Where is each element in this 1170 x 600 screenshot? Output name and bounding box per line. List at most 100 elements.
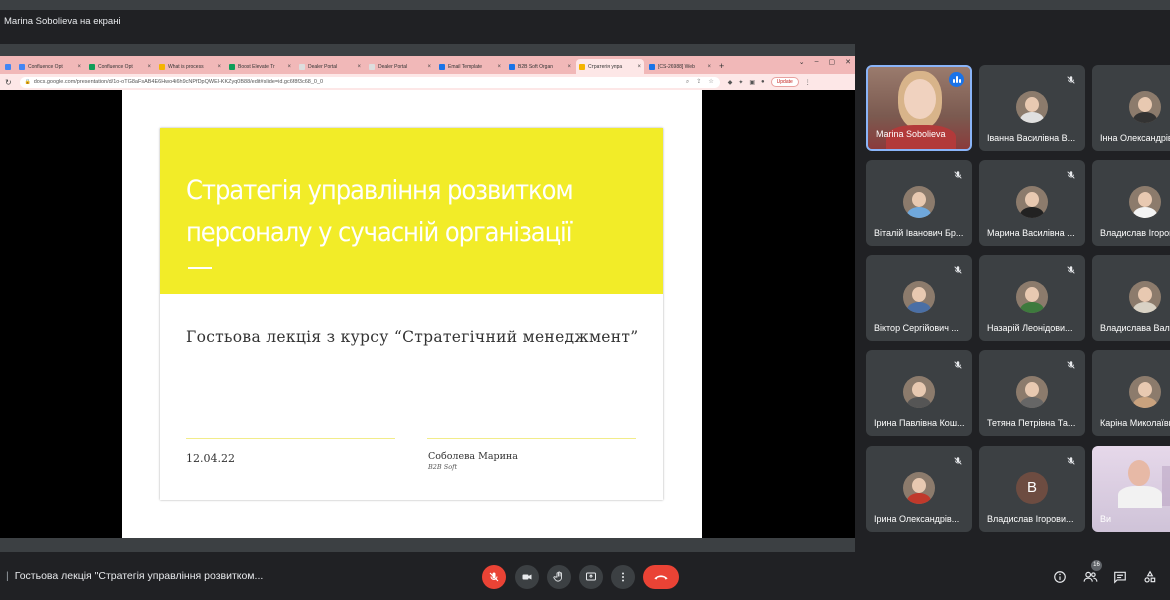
extension-icon[interactable]: ◆ <box>728 79 733 86</box>
tab-favicon-icon <box>369 63 375 70</box>
more-options-button[interactable] <box>611 565 635 589</box>
tab-close-icon[interactable]: × <box>217 64 221 70</box>
avatar <box>1016 281 1048 313</box>
new-tab-button[interactable]: + <box>719 59 724 74</box>
slide-title: Стратегія управління розвитком персоналу… <box>186 175 574 248</box>
slide: Стратегія управління розвитком персоналу… <box>160 128 663 500</box>
tab-close-icon[interactable]: × <box>497 64 501 70</box>
participant-tile[interactable]: Інна Олександрівна <box>1092 65 1170 151</box>
tab-label: Email Template <box>448 63 483 70</box>
camera-icon <box>522 574 532 580</box>
update-button[interactable]: Update <box>770 77 799 87</box>
maximize-icon[interactable]: ▢ <box>829 58 836 66</box>
menu-dots-icon[interactable]: ⋮ <box>805 79 811 86</box>
avatar <box>1129 91 1161 123</box>
tab-label: Стратегія упра <box>588 63 623 70</box>
address-bar[interactable]: 🔒 docs.google.com/presentation/d/1o-oTG8… <box>19 76 720 88</box>
participant-tile[interactable]: Каріна Миколаївна <box>1092 350 1170 436</box>
tab-label: Confluence Opt <box>28 63 63 70</box>
camera-button[interactable] <box>515 565 539 589</box>
avatar <box>903 281 935 313</box>
close-icon[interactable]: ✕ <box>845 58 851 66</box>
tab-close-icon[interactable]: × <box>77 64 81 70</box>
sidebar-icon[interactable]: ▣ <box>749 79 755 86</box>
chat-icon <box>1114 571 1126 584</box>
avatar <box>1016 91 1048 123</box>
activities-button[interactable] <box>1142 569 1158 585</box>
participant-tile[interactable]: Назарій Леонідови... <box>979 255 1085 341</box>
participant-count-badge: 16 <box>1091 560 1102 571</box>
mic-muted-icon <box>1066 167 1076 179</box>
browser-tab[interactable]: Boost Elevate Tr × <box>226 59 294 74</box>
chevron-down-icon[interactable]: ⌄ <box>799 58 805 66</box>
presenter-label: Marina Sobolieva на екрані <box>0 10 1170 34</box>
browser-tab[interactable]: Confluence Opt × <box>86 59 154 74</box>
tab-close-icon[interactable]: × <box>707 64 711 70</box>
tab-favicon-icon <box>579 63 585 70</box>
meet-window: Marina Sobolieva на екрані Confluence Op… <box>0 0 1170 600</box>
star-icon[interactable]: ☆ <box>708 77 713 88</box>
profile-icon[interactable]: ● <box>761 79 765 85</box>
browser-tab[interactable] <box>2 59 14 74</box>
people-button[interactable] <box>1082 569 1098 585</box>
participant-tile[interactable]: Ірина Олександрів... <box>866 446 972 532</box>
participant-tile[interactable]: Marina Sobolieva <box>866 65 972 151</box>
tab-label: Dealer Portal <box>308 63 338 70</box>
participant-tile[interactable]: Віталій Іванович Бр... <box>866 160 972 246</box>
participant-tile[interactable]: Владислав Ігорович <box>1092 160 1170 246</box>
reload-icon[interactable]: ↻ <box>5 78 12 87</box>
address-url: docs.google.com/presentation/d/1o-oTG8aF… <box>33 78 324 85</box>
address-row: ↻ 🔒 docs.google.com/presentation/d/1o-oT… <box>0 74 855 90</box>
participant-tile[interactable]: Владислава Вален <box>1092 255 1170 341</box>
tab-close-icon[interactable]: × <box>357 64 361 70</box>
browser-tab[interactable]: Email Template × <box>436 59 504 74</box>
participant-name: Ірина Павлівна Кош... <box>874 418 965 428</box>
participant-tile[interactable]: Ірина Павлівна Кош... <box>866 350 972 436</box>
speaking-indicator-icon <box>949 72 964 87</box>
participant-name: Marina Sobolieva <box>876 129 946 139</box>
browser-tab[interactable]: Стратегія упра × <box>576 59 644 74</box>
search-icon[interactable]: ⌕ <box>686 77 689 88</box>
participant-tile[interactable]: Ви <box>1092 446 1170 532</box>
tab-close-icon[interactable]: × <box>287 64 291 70</box>
mic-off-button[interactable] <box>482 565 506 589</box>
browser-tab[interactable]: Confluence Opt × <box>16 59 84 74</box>
avatar <box>1129 186 1161 218</box>
browser-tab[interactable]: What is process × <box>156 59 224 74</box>
tab-close-icon[interactable]: × <box>427 64 431 70</box>
participant-name: Владислав Ігорович <box>1100 228 1170 238</box>
raise-hand-button[interactable] <box>547 565 571 589</box>
participant-tile[interactable]: Тетяна Петрівна Та... <box>979 350 1085 436</box>
tab-close-icon[interactable]: × <box>567 64 571 70</box>
mic-muted-icon <box>1066 72 1076 84</box>
leave-call-button[interactable] <box>643 565 679 589</box>
meeting-info-button[interactable] <box>1052 569 1068 585</box>
participant-tile[interactable]: Марина Василівна ... <box>979 160 1085 246</box>
tab-favicon-icon <box>159 63 165 70</box>
title-divider <box>188 267 212 269</box>
present-screen-button[interactable] <box>579 565 603 589</box>
browser-tab[interactable]: [CS-26988] Web × <box>646 59 714 74</box>
share-icon[interactable]: ⇪ <box>696 77 701 88</box>
tab-label: Boost Elevate Tr <box>238 63 275 70</box>
tab-favicon-icon <box>89 63 95 70</box>
chat-button[interactable] <box>1112 569 1128 585</box>
participant-tile[interactable]: Іванна Василівна В... <box>979 65 1085 151</box>
puzzle-icon[interactable]: ✦ <box>738 79 743 86</box>
browser-tab[interactable]: Dealer Portal × <box>296 59 364 74</box>
participant-tile[interactable]: Віктор Сергійович ... <box>866 255 972 341</box>
browser-tab[interactable]: Dealer Portal × <box>366 59 434 74</box>
browser-tab[interactable]: B2B Soft Organ × <box>506 59 574 74</box>
participant-tile[interactable]: B Владислав Ігорови... <box>979 446 1085 532</box>
info-icon <box>1054 571 1066 583</box>
minimize-icon[interactable]: – <box>815 58 819 66</box>
tab-favicon-icon <box>299 63 305 70</box>
browser-tabstrip: Confluence Opt × Confluence Opt × What is pr… <box>0 56 855 74</box>
participant-name: Ви <box>1100 514 1112 524</box>
tab-close-icon[interactable]: × <box>147 64 151 70</box>
participant-name: Каріна Миколаївна <box>1100 418 1170 428</box>
tab-close-icon[interactable]: × <box>637 64 641 70</box>
mic-muted-icon <box>953 167 963 179</box>
slide-company: B2B Soft <box>428 463 458 471</box>
participant-name: Інна Олександрівна <box>1100 133 1170 143</box>
